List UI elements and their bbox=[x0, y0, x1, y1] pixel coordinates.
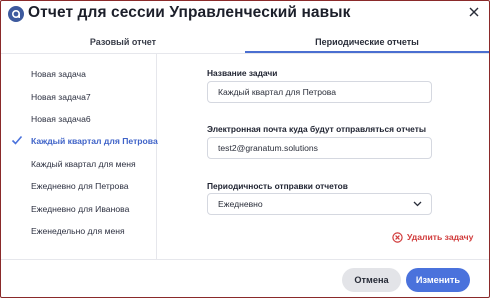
chevron-down-icon bbox=[413, 201, 422, 207]
delete-task-button[interactable]: Удалить задачу bbox=[392, 230, 473, 244]
task-label: Каждый квартал для Петрова bbox=[31, 136, 158, 146]
task-label: Новая задача bbox=[31, 69, 86, 79]
footer-divider bbox=[1, 259, 489, 260]
task-item[interactable]: Ежедневно для Иванова bbox=[1, 198, 156, 220]
email-input[interactable]: test2@granatum.solutions bbox=[207, 137, 432, 159]
task-label: Новая задача6 bbox=[31, 114, 91, 124]
task-item[interactable]: Ежедневно для Петрова bbox=[1, 175, 156, 197]
task-name-value: Каждый квартал для Петрова bbox=[218, 87, 337, 97]
task-label: Новая задача7 bbox=[31, 92, 91, 102]
task-list: Новая задача Новая задача7 Новая задача6… bbox=[1, 54, 158, 259]
period-label: Периодичность отправки отчетов bbox=[207, 181, 348, 191]
tab-periodic-reports[interactable]: Периодические отчеты bbox=[245, 31, 489, 53]
task-item[interactable]: Каждый квартал для меня bbox=[1, 153, 156, 175]
task-name-label: Название задачи bbox=[207, 68, 278, 78]
close-icon[interactable] bbox=[465, 3, 483, 21]
period-select[interactable]: Ежедневно bbox=[207, 193, 432, 215]
tab-one-time-report[interactable]: Разовый отчет bbox=[1, 31, 245, 53]
task-label: Каждый квартал для меня bbox=[31, 159, 136, 169]
task-item[interactable]: Новая задача6 bbox=[1, 108, 156, 130]
task-name-input[interactable]: Каждый квартал для Петрова bbox=[207, 81, 432, 103]
check-icon bbox=[11, 135, 23, 145]
granatum-logo-icon bbox=[8, 6, 24, 22]
task-label: Ежедневно для Петрова bbox=[31, 181, 129, 191]
delete-circle-x-icon bbox=[392, 231, 403, 243]
task-item[interactable]: Новая задача7 bbox=[1, 86, 156, 108]
task-item[interactable]: Новая задача bbox=[1, 63, 156, 85]
task-item[interactable]: Еженедельно для меня bbox=[1, 220, 156, 242]
task-label: Еженедельно для меня bbox=[31, 226, 125, 236]
email-label: Электронная почта куда будут отправлятьс… bbox=[207, 124, 426, 134]
period-value: Ежедневно bbox=[218, 199, 263, 209]
dialog-title: Отчет для сессии Управленческий навык bbox=[28, 4, 351, 21]
save-button[interactable]: Изменить bbox=[406, 268, 470, 292]
email-value: test2@granatum.solutions bbox=[218, 143, 318, 153]
cancel-button[interactable]: Отмена bbox=[342, 268, 401, 292]
delete-task-label: Удалить задачу bbox=[407, 232, 474, 242]
dialog: Отчет для сессии Управленческий навык Ра… bbox=[0, 0, 490, 298]
task-label: Ежедневно для Иванова bbox=[31, 204, 130, 214]
task-item-selected[interactable]: Каждый квартал для Петрова bbox=[1, 130, 158, 152]
report-tabs: Разовый отчет Периодические отчеты bbox=[1, 31, 489, 53]
dialog-header: Отчет для сессии Управленческий навык bbox=[1, 1, 489, 31]
